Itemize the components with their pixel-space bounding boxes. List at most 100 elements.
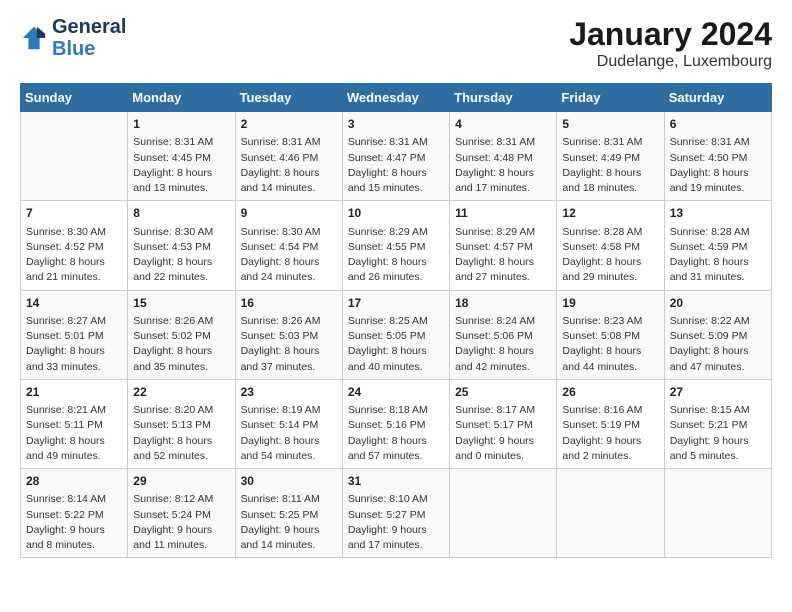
calendar-week-row: 14Sunrise: 8:27 AM Sunset: 5:01 PM Dayli… (21, 290, 772, 379)
calendar-cell: 23Sunrise: 8:19 AM Sunset: 5:14 PM Dayli… (235, 379, 342, 468)
calendar-cell: 30Sunrise: 8:11 AM Sunset: 5:25 PM Dayli… (235, 469, 342, 558)
column-header-tuesday: Tuesday (235, 84, 342, 112)
calendar-cell: 14Sunrise: 8:27 AM Sunset: 5:01 PM Dayli… (21, 290, 128, 379)
cell-content: Sunrise: 8:29 AM Sunset: 4:57 PM Dayligh… (455, 225, 551, 286)
column-header-thursday: Thursday (450, 84, 557, 112)
logo-icon (20, 24, 48, 52)
calendar-cell (557, 469, 664, 558)
day-number: 22 (133, 384, 229, 401)
cell-content: Sunrise: 8:10 AM Sunset: 5:27 PM Dayligh… (348, 492, 444, 553)
column-header-sunday: Sunday (21, 84, 128, 112)
day-number: 27 (670, 384, 766, 401)
day-number: 26 (562, 384, 658, 401)
page-subtitle: Dudelange, Luxembourg (569, 53, 772, 71)
calendar-cell: 13Sunrise: 8:28 AM Sunset: 4:59 PM Dayli… (664, 201, 771, 290)
calendar-cell: 6 Sunrise: 8:31 AM Sunset: 4:50 PM Daylig… (664, 112, 771, 201)
cell-content: Sunrise: 8:15 AM Sunset: 5:21 PM Dayligh… (670, 403, 766, 464)
day-number: 16 (241, 295, 337, 312)
calendar-cell: 28 Sunrise: 8:14 AM Sunset: 5:22 PM Dayli… (21, 469, 128, 558)
cell-content: Sunrise: 8:18 AM Sunset: 5:16 PM Dayligh… (348, 403, 444, 464)
cell-content: Sunrise: 8:16 AM Sunset: 5:19 PM Dayligh… (562, 403, 658, 464)
page-header: General Blue January 2024 Dudelange, Lux… (20, 16, 772, 71)
cell-content: Sunrise: 8:17 AM Sunset: 5:17 PM Dayligh… (455, 403, 551, 464)
cell-content: Sunrise: 8:20 AM Sunset: 5:13 PM Dayligh… (133, 403, 229, 464)
day-number: 1 (133, 116, 229, 133)
cell-content: Sunrise: 8:26 AM Sunset: 5:02 PM Dayligh… (133, 314, 229, 375)
calendar-cell: 8 Sunrise: 8:30 AM Sunset: 4:53 PM Daylig… (128, 201, 235, 290)
calendar-cell: 25 Sunrise: 8:17 AM Sunset: 5:17 PM Dayli… (450, 379, 557, 468)
column-header-monday: Monday (128, 84, 235, 112)
cell-content: Sunrise: 8:22 AM Sunset: 5:09 PM Dayligh… (670, 314, 766, 375)
cell-content: Sunrise: 8:31 AM Sunset: 4:50 PM Dayligh… (670, 135, 766, 196)
calendar-cell: 20 Sunrise: 8:22 AM Sunset: 5:09 PM Dayli… (664, 290, 771, 379)
day-number: 5 (562, 116, 658, 133)
day-number: 10 (348, 205, 444, 222)
cell-content: Sunrise: 8:30 AM Sunset: 4:53 PM Dayligh… (133, 225, 229, 286)
calendar-cell: 22 Sunrise: 8:20 AM Sunset: 5:13 PM Dayli… (128, 379, 235, 468)
day-number: 24 (348, 384, 444, 401)
calendar-cell: 15 Sunrise: 8:26 AM Sunset: 5:02 PM Dayli… (128, 290, 235, 379)
day-number: 30 (241, 473, 337, 490)
day-number: 29 (133, 473, 229, 490)
day-number: 17 (348, 295, 444, 312)
calendar-cell: 27 Sunrise: 8:15 AM Sunset: 5:21 PM Dayli… (664, 379, 771, 468)
cell-content: Sunrise: 8:24 AM Sunset: 5:06 PM Dayligh… (455, 314, 551, 375)
cell-content: Sunrise: 8:31 AM Sunset: 4:46 PM Dayligh… (241, 135, 337, 196)
logo-text-general: General (52, 16, 126, 38)
calendar-cell: 18Sunrise: 8:24 AM Sunset: 5:06 PM Dayli… (450, 290, 557, 379)
calendar-cell: 17 Sunrise: 8:25 AM Sunset: 5:05 PM Dayli… (342, 290, 449, 379)
calendar-cell: 5Sunrise: 8:31 AM Sunset: 4:49 PM Daylig… (557, 112, 664, 201)
calendar-cell: 12 Sunrise: 8:28 AM Sunset: 4:58 PM Dayli… (557, 201, 664, 290)
calendar-cell (450, 469, 557, 558)
cell-content: Sunrise: 8:12 AM Sunset: 5:24 PM Dayligh… (133, 492, 229, 553)
cell-content: Sunrise: 8:23 AM Sunset: 5:08 PM Dayligh… (562, 314, 658, 375)
calendar-cell (664, 469, 771, 558)
page-title: January 2024 (569, 16, 772, 53)
day-number: 6 (670, 116, 766, 133)
calendar-week-row: 28 Sunrise: 8:14 AM Sunset: 5:22 PM Dayli… (21, 469, 772, 558)
calendar-cell: 21 Sunrise: 8:21 AM Sunset: 5:11 PM Dayli… (21, 379, 128, 468)
calendar-cell: 3 Sunrise: 8:31 AM Sunset: 4:47 PM Daylig… (342, 112, 449, 201)
day-number: 25 (455, 384, 551, 401)
cell-content: Sunrise: 8:27 AM Sunset: 5:01 PM Dayligh… (26, 314, 122, 375)
day-number: 8 (133, 205, 229, 222)
day-number: 13 (670, 205, 766, 222)
cell-content: Sunrise: 8:31 AM Sunset: 4:45 PM Dayligh… (133, 135, 229, 196)
day-number: 15 (133, 295, 229, 312)
day-number: 31 (348, 473, 444, 490)
cell-content: Sunrise: 8:28 AM Sunset: 4:58 PM Dayligh… (562, 225, 658, 286)
cell-content: Sunrise: 8:25 AM Sunset: 5:05 PM Dayligh… (348, 314, 444, 375)
column-header-friday: Friday (557, 84, 664, 112)
calendar-cell: 2Sunrise: 8:31 AM Sunset: 4:46 PM Daylig… (235, 112, 342, 201)
calendar-cell: 7 Sunrise: 8:30 AM Sunset: 4:52 PM Daylig… (21, 201, 128, 290)
logo-text-blue: Blue (52, 38, 95, 60)
day-number: 20 (670, 295, 766, 312)
calendar-cell: 1 Sunrise: 8:31 AM Sunset: 4:45 PM Daylig… (128, 112, 235, 201)
cell-content: Sunrise: 8:30 AM Sunset: 4:52 PM Dayligh… (26, 225, 122, 286)
cell-content: Sunrise: 8:21 AM Sunset: 5:11 PM Dayligh… (26, 403, 122, 464)
calendar-cell: 31 Sunrise: 8:10 AM Sunset: 5:27 PM Dayli… (342, 469, 449, 558)
calendar-cell: 10 Sunrise: 8:29 AM Sunset: 4:55 PM Dayli… (342, 201, 449, 290)
day-number: 23 (241, 384, 337, 401)
day-number: 12 (562, 205, 658, 222)
day-number: 11 (455, 205, 551, 222)
column-header-wednesday: Wednesday (342, 84, 449, 112)
day-number: 7 (26, 205, 122, 222)
cell-content: Sunrise: 8:14 AM Sunset: 5:22 PM Dayligh… (26, 492, 122, 553)
day-number: 28 (26, 473, 122, 490)
calendar-cell: 24 Sunrise: 8:18 AM Sunset: 5:16 PM Dayli… (342, 379, 449, 468)
calendar-cell: 11 Sunrise: 8:29 AM Sunset: 4:57 PM Dayli… (450, 201, 557, 290)
cell-content: Sunrise: 8:31 AM Sunset: 4:47 PM Dayligh… (348, 135, 444, 196)
cell-content: Sunrise: 8:31 AM Sunset: 4:48 PM Dayligh… (455, 135, 551, 196)
calendar-cell: 4Sunrise: 8:31 AM Sunset: 4:48 PM Daylig… (450, 112, 557, 201)
calendar-cell: 19 Sunrise: 8:23 AM Sunset: 5:08 PM Dayli… (557, 290, 664, 379)
title-block: January 2024 Dudelange, Luxembourg (569, 16, 772, 71)
calendar-week-row: 7 Sunrise: 8:30 AM Sunset: 4:52 PM Daylig… (21, 201, 772, 290)
calendar-table: SundayMondayTuesdayWednesdayThursdayFrid… (20, 83, 772, 558)
day-number: 21 (26, 384, 122, 401)
day-number: 3 (348, 116, 444, 133)
cell-content: Sunrise: 8:29 AM Sunset: 4:55 PM Dayligh… (348, 225, 444, 286)
calendar-cell (21, 112, 128, 201)
calendar-cell: 16Sunrise: 8:26 AM Sunset: 5:03 PM Dayli… (235, 290, 342, 379)
day-number: 19 (562, 295, 658, 312)
